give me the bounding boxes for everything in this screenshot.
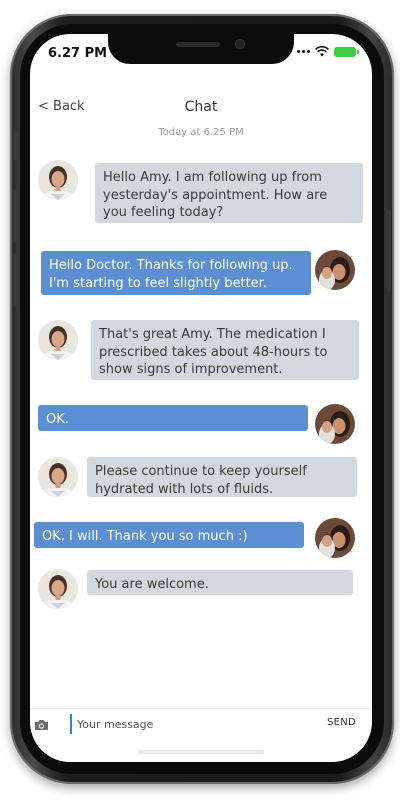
home-indicator [138, 750, 264, 754]
status-icons [297, 46, 359, 57]
message-bubble: You are welcome. [87, 570, 353, 595]
message-bubble: OK. [38, 405, 308, 431]
signal-icon [297, 50, 310, 53]
message-bubble: Please continue to keep yourself hydrate… [87, 457, 357, 497]
volume-down-button [13, 254, 18, 306]
message-input-bar: SEND [30, 708, 372, 738]
earpiece-speaker [176, 42, 220, 47]
wifi-icon [315, 46, 329, 57]
message-input[interactable] [70, 714, 290, 734]
notch [108, 34, 294, 64]
status-time: 6.27 PM [48, 46, 108, 61]
patient-avatar [315, 404, 355, 444]
patient-avatar [315, 250, 355, 290]
doctor-avatar [38, 457, 78, 497]
chat-timestamp: Today at 6.25 PM [158, 127, 244, 138]
mute-switch [13, 132, 18, 160]
camera-icon[interactable] [34, 716, 49, 735]
front-camera [236, 40, 244, 48]
phone-screen: 6.27 PM < Back Chat Today at 6.25 PM Hel… [30, 34, 372, 762]
doctor-avatar [38, 569, 78, 609]
message-bubble: OK, I will. Thank you so much :) [34, 522, 304, 548]
message-bubble: That's great Amy. The medication I presc… [91, 320, 359, 380]
message-bubble: Hello Doctor. Thanks for following up. I… [41, 251, 311, 295]
send-button[interactable]: SEND [327, 717, 356, 728]
power-button [386, 210, 391, 292]
doctor-avatar [38, 160, 78, 200]
page-title: Chat [184, 99, 218, 115]
volume-up-button [13, 190, 18, 242]
doctor-avatar [38, 320, 78, 360]
message-bubble: Hello Amy. I am following up from yester… [95, 163, 363, 223]
patient-avatar [315, 518, 355, 558]
battery-icon [334, 46, 359, 57]
